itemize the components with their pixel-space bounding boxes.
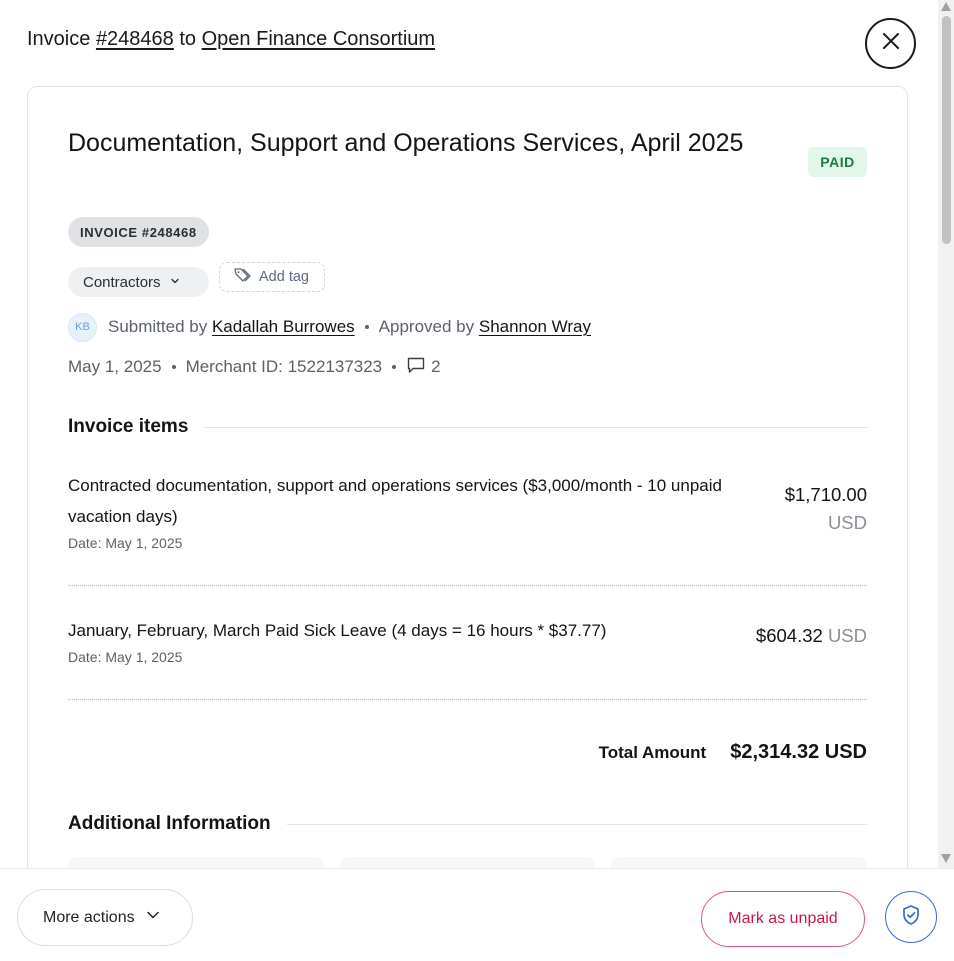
separator-dot — [392, 365, 397, 369]
scroll-thumb[interactable] — [942, 16, 951, 244]
chevron-down-icon — [145, 907, 161, 928]
item-description: Contracted documentation, support and op… — [68, 476, 722, 526]
add-tag-label: Add tag — [259, 269, 309, 285]
close-icon — [881, 31, 901, 56]
submission-info: KB Submitted by Kadallah Burrowes Approv… — [68, 312, 591, 342]
status-badge: PAID — [808, 147, 867, 177]
separator-dot — [171, 365, 176, 369]
chevron-down-icon — [169, 274, 181, 291]
item-description: January, February, March Paid Sick Leave… — [68, 621, 607, 640]
tag-icon — [233, 267, 253, 287]
security-button[interactable] — [885, 891, 937, 943]
divider — [204, 426, 867, 428]
item-date: Date: May 1, 2025 — [68, 649, 183, 665]
invoice-title: Documentation, Support and Operations Se… — [68, 129, 744, 157]
item-currency: USD — [827, 625, 867, 646]
scroll-down-arrow-icon[interactable] — [941, 854, 951, 863]
avatar: KB — [68, 312, 97, 342]
title-to: to — [179, 28, 197, 50]
merchant-id: Merchant ID: 1522137323 — [185, 357, 383, 376]
total-amount: Total Amount $2,314.32 USD — [599, 741, 867, 764]
list-item: January, February, March Paid Sick Leave… — [68, 615, 867, 665]
item-currency: USD — [827, 512, 867, 533]
separator-dot — [364, 325, 369, 329]
submitted-by-label: Submitted by — [108, 317, 208, 336]
title-prefix: Invoice — [27, 28, 91, 50]
add-tag-button[interactable]: Add tag — [219, 262, 325, 292]
more-actions-button[interactable]: More actions — [17, 889, 193, 946]
divider — [68, 699, 867, 700]
approver-link[interactable]: Shannon Wray — [479, 317, 591, 337]
invoice-number-link[interactable]: #248468 — [96, 28, 174, 50]
total-value: $2,314.32 USD — [730, 741, 867, 763]
invoice-items-title: Invoice items — [68, 416, 189, 437]
scroll-up-arrow-icon[interactable] — [941, 2, 951, 11]
recipient-link[interactable]: Open Finance Consortium — [202, 28, 435, 50]
category-dropdown[interactable]: Contractors — [68, 267, 209, 297]
divider — [286, 823, 867, 825]
comment-icon — [406, 356, 426, 379]
comment-count: 2 — [431, 357, 441, 376]
additional-info-title: Additional Information — [68, 813, 271, 834]
item-amount: $604.32 USD — [756, 625, 867, 647]
total-label: Total Amount — [598, 742, 707, 762]
more-actions-label: More actions — [43, 908, 135, 926]
divider — [68, 585, 867, 586]
invoice-number-pill: INVOICE #248468 — [68, 217, 209, 247]
mark-as-unpaid-button[interactable]: Mark as unpaid — [701, 891, 865, 947]
item-amount-value: $1,710.00 — [784, 484, 867, 505]
category-label: Contractors — [83, 273, 161, 291]
invoice-meta: May 1, 2025 Merchant ID: 1522137323 2 — [68, 354, 441, 380]
comments-link[interactable]: 2 — [406, 356, 441, 379]
list-item: Contracted documentation, support and op… — [68, 470, 867, 551]
item-date: Date: May 1, 2025 — [68, 535, 183, 551]
invoice-date: May 1, 2025 — [68, 357, 162, 376]
additional-info-heading: Additional Information — [68, 813, 867, 835]
action-footer: More actions Mark as unpaid — [0, 868, 954, 961]
submitter-link[interactable]: Kadallah Burrowes — [212, 317, 355, 337]
approved-by-label: Approved by — [378, 317, 475, 336]
item-amount: $1,710.00 USD — [785, 481, 867, 537]
invoice-items-heading: Invoice items — [68, 416, 867, 438]
close-button[interactable] — [865, 18, 916, 69]
scrollbar[interactable] — [938, 0, 954, 868]
modal-title: Invoice #248468 to Open Finance Consorti… — [27, 28, 435, 51]
item-amount-value: $604.32 — [755, 625, 823, 646]
shield-check-icon — [900, 904, 922, 931]
